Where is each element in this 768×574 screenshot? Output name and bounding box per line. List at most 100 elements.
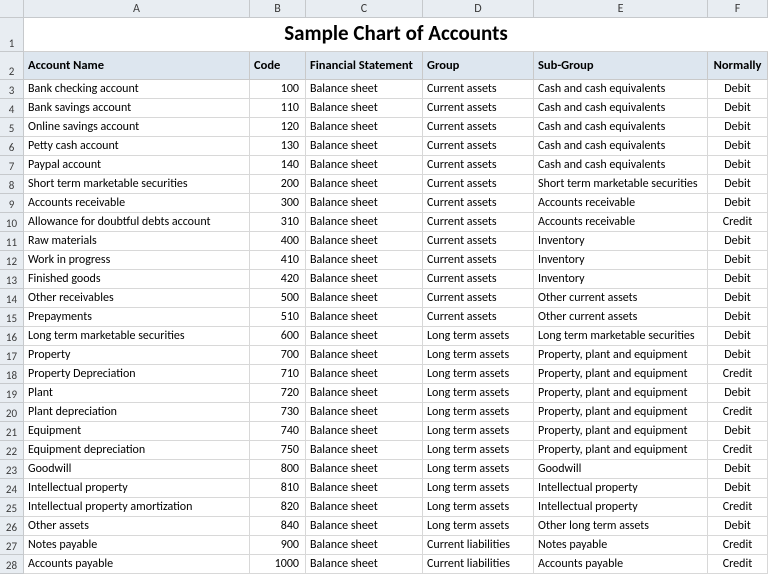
cell-account-name[interactable]: Bank savings account [24, 99, 250, 118]
cell-account-name[interactable]: Other receivables [24, 289, 250, 308]
cell-normally[interactable]: Credit [708, 441, 768, 460]
row-header-7[interactable]: 7 [0, 156, 24, 175]
row-header-21[interactable]: 21 [0, 422, 24, 441]
cell-group[interactable]: Current assets [423, 175, 534, 194]
cell-normally[interactable]: Debit [708, 289, 768, 308]
cell-sub-group[interactable]: Inventory [534, 232, 708, 251]
cell-code[interactable]: 820 [250, 498, 306, 517]
cell-account-name[interactable]: Online savings account [24, 118, 250, 137]
cell-financial-statement[interactable]: Balance sheet [306, 479, 423, 498]
cell-code[interactable]: 840 [250, 517, 306, 536]
cell-account-name[interactable]: Petty cash account [24, 137, 250, 156]
cell-sub-group[interactable]: Cash and cash equivalents [534, 118, 708, 137]
cell-normally[interactable]: Debit [708, 99, 768, 118]
header-sub-group[interactable]: Sub-Group [534, 52, 708, 80]
row-header-2[interactable]: 2 [0, 52, 24, 80]
cell-code[interactable]: 410 [250, 251, 306, 270]
cell-group[interactable]: Current assets [423, 99, 534, 118]
cell-sub-group[interactable]: Intellectual property [534, 479, 708, 498]
cell-code[interactable]: 420 [250, 270, 306, 289]
cell-financial-statement[interactable]: Balance sheet [306, 270, 423, 289]
cell-normally[interactable]: Credit [708, 403, 768, 422]
cell-group[interactable]: Current assets [423, 118, 534, 137]
cell-sub-group[interactable]: Inventory [534, 251, 708, 270]
col-header-C[interactable]: C [306, 0, 423, 18]
cell-code[interactable]: 130 [250, 137, 306, 156]
cell-account-name[interactable]: Finished goods [24, 270, 250, 289]
cell-code[interactable]: 100 [250, 80, 306, 99]
cell-code[interactable]: 900 [250, 536, 306, 555]
cell-code[interactable]: 750 [250, 441, 306, 460]
cell-group[interactable]: Current liabilities [423, 536, 534, 555]
cell-sub-group[interactable]: Cash and cash equivalents [534, 137, 708, 156]
row-header-28[interactable]: 28 [0, 555, 24, 574]
cell-code[interactable]: 710 [250, 365, 306, 384]
header-code[interactable]: Code [250, 52, 306, 80]
cell-financial-statement[interactable]: Balance sheet [306, 555, 423, 574]
cell-sub-group[interactable]: Cash and cash equivalents [534, 99, 708, 118]
cell-code[interactable]: 700 [250, 346, 306, 365]
cell-group[interactable]: Long term assets [423, 498, 534, 517]
cell-account-name[interactable]: Goodwill [24, 460, 250, 479]
col-header-A[interactable]: A [24, 0, 250, 18]
cell-account-name[interactable]: Prepayments [24, 308, 250, 327]
cell-account-name[interactable]: Accounts payable [24, 555, 250, 574]
cell-financial-statement[interactable]: Balance sheet [306, 232, 423, 251]
row-header-16[interactable]: 16 [0, 327, 24, 346]
row-header-27[interactable]: 27 [0, 536, 24, 555]
cell-sub-group[interactable]: Goodwill [534, 460, 708, 479]
cell-code[interactable]: 810 [250, 479, 306, 498]
row-header-15[interactable]: 15 [0, 308, 24, 327]
cell-normally[interactable]: Debit [708, 346, 768, 365]
cell-account-name[interactable]: Short term marketable securities [24, 175, 250, 194]
cell-financial-statement[interactable]: Balance sheet [306, 251, 423, 270]
cell-group[interactable]: Long term assets [423, 422, 534, 441]
cell-code[interactable]: 500 [250, 289, 306, 308]
cell-normally[interactable]: Debit [708, 327, 768, 346]
cell-financial-statement[interactable]: Balance sheet [306, 327, 423, 346]
cell-normally[interactable]: Debit [708, 80, 768, 99]
cell-group[interactable]: Current assets [423, 289, 534, 308]
cell-group[interactable]: Long term assets [423, 479, 534, 498]
cell-sub-group[interactable]: Property, plant and equipment [534, 403, 708, 422]
cell-sub-group[interactable]: Accounts receivable [534, 213, 708, 232]
cell-normally[interactable]: Debit [708, 422, 768, 441]
cell-sub-group[interactable]: Property, plant and equipment [534, 441, 708, 460]
cell-financial-statement[interactable]: Balance sheet [306, 308, 423, 327]
cell-group[interactable]: Long term assets [423, 441, 534, 460]
cell-code[interactable]: 800 [250, 460, 306, 479]
cell-normally[interactable]: Debit [708, 118, 768, 137]
cell-financial-statement[interactable]: Balance sheet [306, 536, 423, 555]
cell-sub-group[interactable]: Property, plant and equipment [534, 384, 708, 403]
cell-financial-statement[interactable]: Balance sheet [306, 498, 423, 517]
cell-financial-statement[interactable]: Balance sheet [306, 118, 423, 137]
row-header-9[interactable]: 9 [0, 194, 24, 213]
cell-account-name[interactable]: Equipment depreciation [24, 441, 250, 460]
row-header-6[interactable]: 6 [0, 137, 24, 156]
cell-sub-group[interactable]: Short term marketable securities [534, 175, 708, 194]
cell-group[interactable]: Current assets [423, 80, 534, 99]
cell-financial-statement[interactable]: Balance sheet [306, 346, 423, 365]
cell-normally[interactable]: Credit [708, 498, 768, 517]
cell-group[interactable]: Current assets [423, 194, 534, 213]
cell-code[interactable]: 120 [250, 118, 306, 137]
cell-account-name[interactable]: Raw materials [24, 232, 250, 251]
cell-code[interactable]: 510 [250, 308, 306, 327]
cell-normally[interactable]: Debit [708, 194, 768, 213]
cell-group[interactable]: Long term assets [423, 403, 534, 422]
cell-sub-group[interactable]: Accounts receivable [534, 194, 708, 213]
cell-normally[interactable]: Debit [708, 232, 768, 251]
cell-normally[interactable]: Debit [708, 308, 768, 327]
cell-normally[interactable]: Credit [708, 213, 768, 232]
cell-sub-group[interactable]: Notes payable [534, 536, 708, 555]
cell-normally[interactable]: Debit [708, 517, 768, 536]
cell-code[interactable]: 310 [250, 213, 306, 232]
cell-normally[interactable]: Debit [708, 137, 768, 156]
row-header-3[interactable]: 3 [0, 80, 24, 99]
cell-sub-group[interactable]: Other current assets [534, 289, 708, 308]
cell-normally[interactable]: Debit [708, 175, 768, 194]
cell-group[interactable]: Current assets [423, 137, 534, 156]
cell-account-name[interactable]: Paypal account [24, 156, 250, 175]
col-header-B[interactable]: B [250, 0, 306, 18]
cell-account-name[interactable]: Plant [24, 384, 250, 403]
